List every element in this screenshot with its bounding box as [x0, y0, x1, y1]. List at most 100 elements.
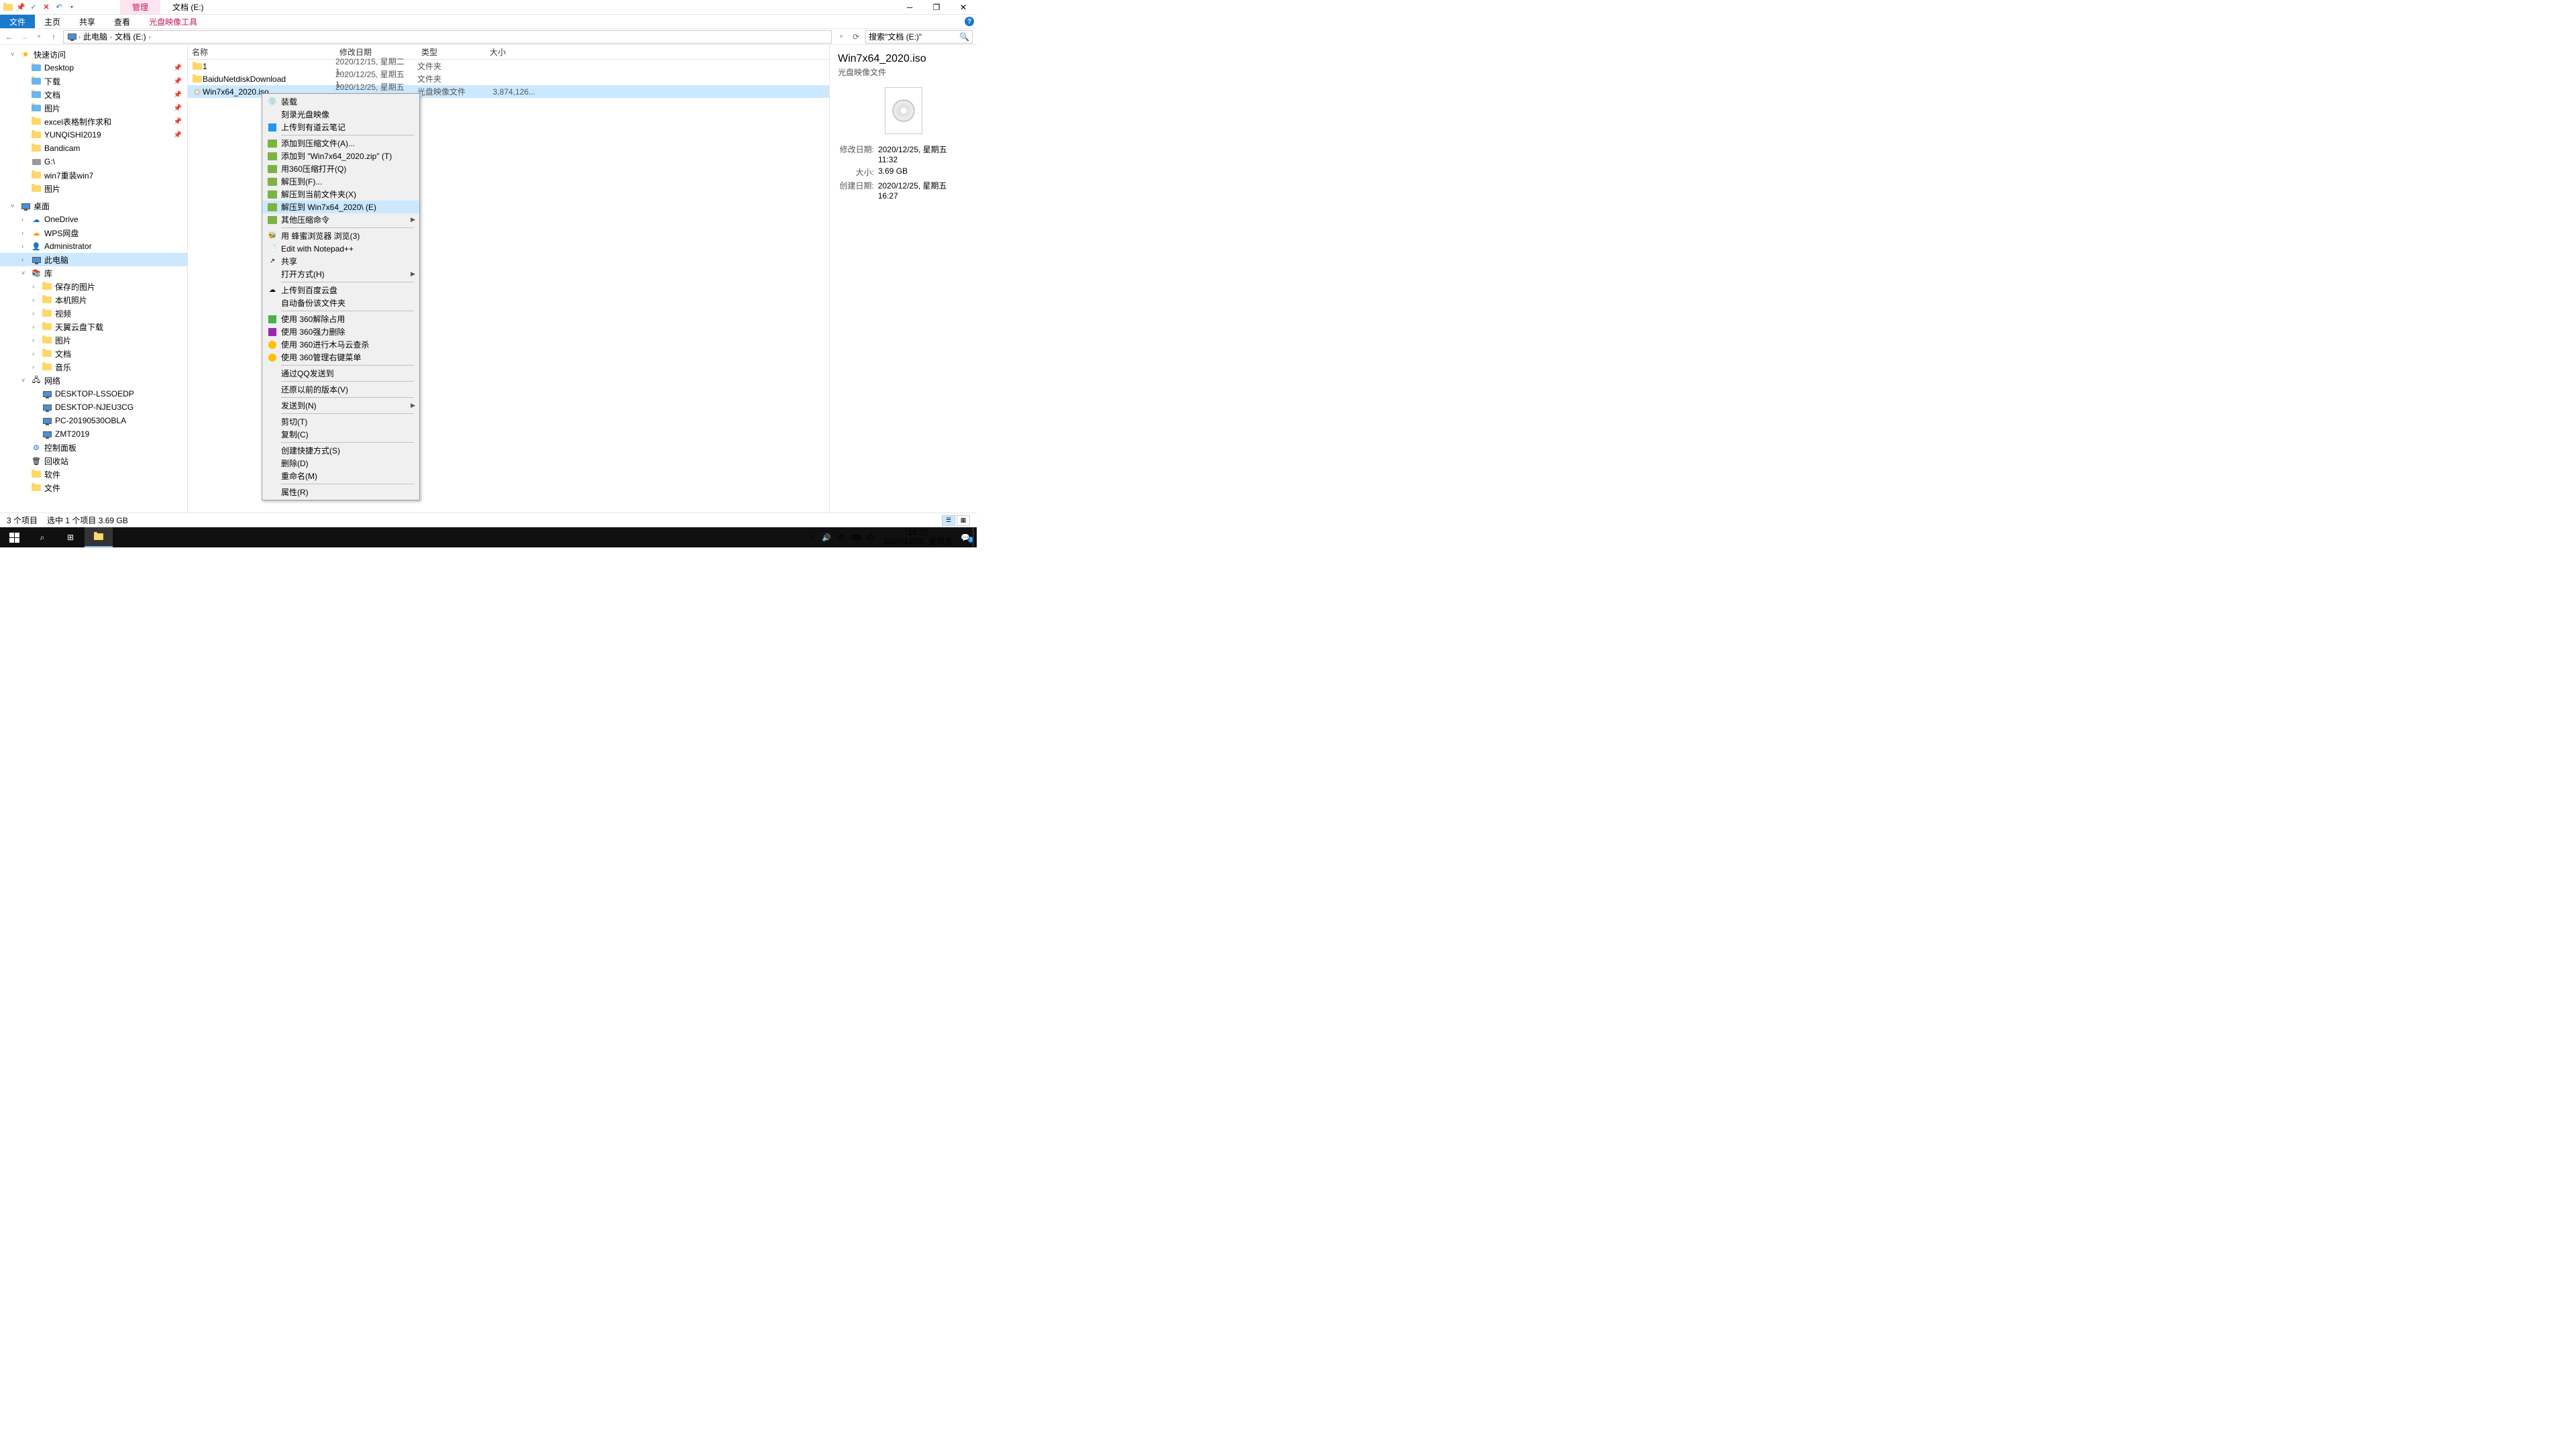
nav-item[interactable]: 下载📌	[0, 74, 187, 88]
expand-icon[interactable]: ›	[21, 256, 28, 263]
network-icon[interactable]: 🖧	[863, 531, 878, 544]
volume-icon[interactable]: 🔊	[819, 533, 834, 542]
search-input[interactable]: 搜索"文档 (E:)" 🔍	[865, 30, 973, 44]
expand-icon[interactable]: ˅	[21, 270, 28, 276]
context-menu-item[interactable]: 剪切(T)	[262, 415, 419, 428]
nav-item[interactable]: ›图片	[0, 333, 187, 347]
nav-item[interactable]: DESKTOP-NJEU3CG	[0, 400, 187, 414]
chevron-right-icon[interactable]: ›	[110, 34, 112, 40]
expand-icon[interactable]: ˅	[21, 377, 28, 384]
nav-item[interactable]: YUNQISHI2019📌	[0, 128, 187, 142]
context-menu-item[interactable]: 创建快捷方式(S)	[262, 444, 419, 457]
context-menu-item[interactable]: 使用 360进行木马云查杀	[262, 338, 419, 351]
nav-item[interactable]: ›保存的图片	[0, 280, 187, 293]
context-menu-item[interactable]: 使用 360强力删除	[262, 325, 419, 338]
nav-item[interactable]: ›视频	[0, 307, 187, 320]
refresh-button[interactable]: ⟳	[851, 32, 861, 42]
search-icon[interactable]: 🔍	[959, 32, 969, 42]
expand-icon[interactable]: ›	[21, 216, 28, 223]
breadcrumb-segment[interactable]: 文档 (E:)	[113, 31, 148, 42]
save-icon[interactable]: ✓	[28, 2, 39, 13]
ime-mode-icon[interactable]: ⌨	[849, 533, 863, 542]
context-menu-item[interactable]: 上传到有道云笔记	[262, 121, 419, 133]
expand-icon[interactable]: ›	[21, 229, 28, 236]
action-center-icon[interactable]: 💬3	[958, 533, 973, 542]
expand-icon[interactable]: ›	[32, 297, 39, 303]
context-menu-item[interactable]: 刻录光盘映像	[262, 108, 419, 121]
nav-item[interactable]: ›👤Administrator	[0, 239, 187, 253]
nav-item[interactable]: ˅★快速访问	[0, 48, 187, 61]
column-type[interactable]: 类型	[421, 45, 490, 59]
nav-item[interactable]: ›☁OneDrive	[0, 213, 187, 226]
context-menu-item[interactable]: 还原以前的版本(V)	[262, 383, 419, 396]
explorer-taskbar-button[interactable]	[85, 527, 113, 547]
ime-icon[interactable]: 中	[834, 532, 849, 543]
context-menu-item[interactable]: 解压到 Win7x64_2020\ (E)	[262, 201, 419, 213]
expand-icon[interactable]: ˅	[11, 51, 17, 58]
nav-item[interactable]: 图片	[0, 182, 187, 195]
nav-item[interactable]: ˅🖧网络	[0, 374, 187, 387]
task-view-button[interactable]: ⊞	[56, 527, 85, 547]
nav-item[interactable]: 文档📌	[0, 88, 187, 101]
dropdown-icon[interactable]: ▾	[66, 2, 77, 13]
nav-item[interactable]: ›天翼云盘下载	[0, 320, 187, 333]
delete-icon[interactable]: ✕	[41, 2, 52, 13]
nav-item[interactable]: PC-20190530OBLA	[0, 414, 187, 427]
show-desktop-button[interactable]	[973, 527, 977, 547]
nav-item[interactable]: 文件	[0, 481, 187, 494]
title-tab[interactable]: 管理	[120, 0, 160, 14]
context-menu-item[interactable]: ↗共享	[262, 255, 419, 268]
nav-item[interactable]: G:\	[0, 155, 187, 168]
breadcrumb-dropdown[interactable]: ˅	[836, 34, 847, 40]
context-menu-item[interactable]: 重命名(M)	[262, 470, 419, 482]
minimize-button[interactable]: ─	[896, 0, 923, 15]
title-tab[interactable]: 文档 (E:)	[160, 0, 216, 14]
start-button[interactable]	[0, 527, 28, 547]
context-menu-item[interactable]: 添加到压缩文件(A)...	[262, 137, 419, 150]
tray-expand-icon[interactable]: ˄	[804, 533, 819, 541]
context-menu-item[interactable]: 使用 360解除占用	[262, 313, 419, 325]
maximize-button[interactable]: ❐	[923, 0, 950, 15]
close-button[interactable]: ✕	[950, 0, 977, 15]
nav-item[interactable]: ˅桌面	[0, 199, 187, 213]
clock[interactable]: 16:32 2020/12/25, 星期五	[878, 529, 958, 546]
pin-icon[interactable]: 📌	[15, 2, 26, 13]
nav-item[interactable]: ›☁WPS网盘	[0, 226, 187, 239]
context-menu-item[interactable]: 属性(R)	[262, 486, 419, 498]
nav-item[interactable]: ›此电脑	[0, 253, 187, 266]
ribbon-tab[interactable]: 共享	[70, 15, 105, 28]
nav-item[interactable]: Desktop📌	[0, 61, 187, 74]
details-view-button[interactable]: ☰	[942, 515, 955, 526]
context-menu-item[interactable]: 🐝用 蜂蜜浏览器 浏览(3)	[262, 229, 419, 242]
nav-item[interactable]: ›本机照片	[0, 293, 187, 307]
context-menu-item[interactable]: 📄Edit with Notepad++	[262, 242, 419, 255]
breadcrumb-segment[interactable]: 此电脑	[82, 31, 109, 42]
expand-icon[interactable]: ›	[21, 243, 28, 250]
nav-item[interactable]: ›文档	[0, 347, 187, 360]
nav-item[interactable]: ›音乐	[0, 360, 187, 374]
chevron-right-icon[interactable]: ›	[149, 34, 151, 40]
expand-icon[interactable]: ›	[32, 310, 39, 317]
up-button[interactable]: ↑	[48, 32, 59, 42]
context-menu-item[interactable]: 用360压缩打开(Q)	[262, 162, 419, 175]
expand-icon[interactable]: ›	[32, 323, 39, 330]
breadcrumb[interactable]: › 此电脑›文档 (E:)›	[63, 30, 832, 44]
nav-item[interactable]: Bandicam	[0, 142, 187, 155]
chevron-right-icon[interactable]: ›	[78, 34, 80, 40]
recent-dropdown[interactable]: ˅	[34, 34, 44, 40]
context-menu-item[interactable]: 其他压缩命令▶	[262, 213, 419, 226]
context-menu-item[interactable]: 打开方式(H)▶	[262, 268, 419, 280]
context-menu-item[interactable]: ☁上传到百度云盘	[262, 284, 419, 297]
nav-item[interactable]: ZMT2019	[0, 427, 187, 441]
nav-item[interactable]: ⚙控制面板	[0, 441, 187, 454]
context-menu-item[interactable]: 删除(D)	[262, 457, 419, 470]
forward-button[interactable]: →	[19, 32, 30, 42]
nav-item[interactable]: 图片📌	[0, 101, 187, 115]
file-row[interactable]: BaiduNetdiskDownload2020/12/25, 星期五 1...…	[188, 72, 829, 85]
nav-item[interactable]: excel表格制作求和📌	[0, 115, 187, 128]
context-menu-item[interactable]: 复制(C)	[262, 428, 419, 441]
context-menu-item[interactable]: 解压到(F)...	[262, 175, 419, 188]
search-button[interactable]: ⌕	[28, 527, 56, 547]
column-size[interactable]: 大小	[490, 45, 543, 59]
expand-icon[interactable]: ˅	[11, 203, 17, 209]
